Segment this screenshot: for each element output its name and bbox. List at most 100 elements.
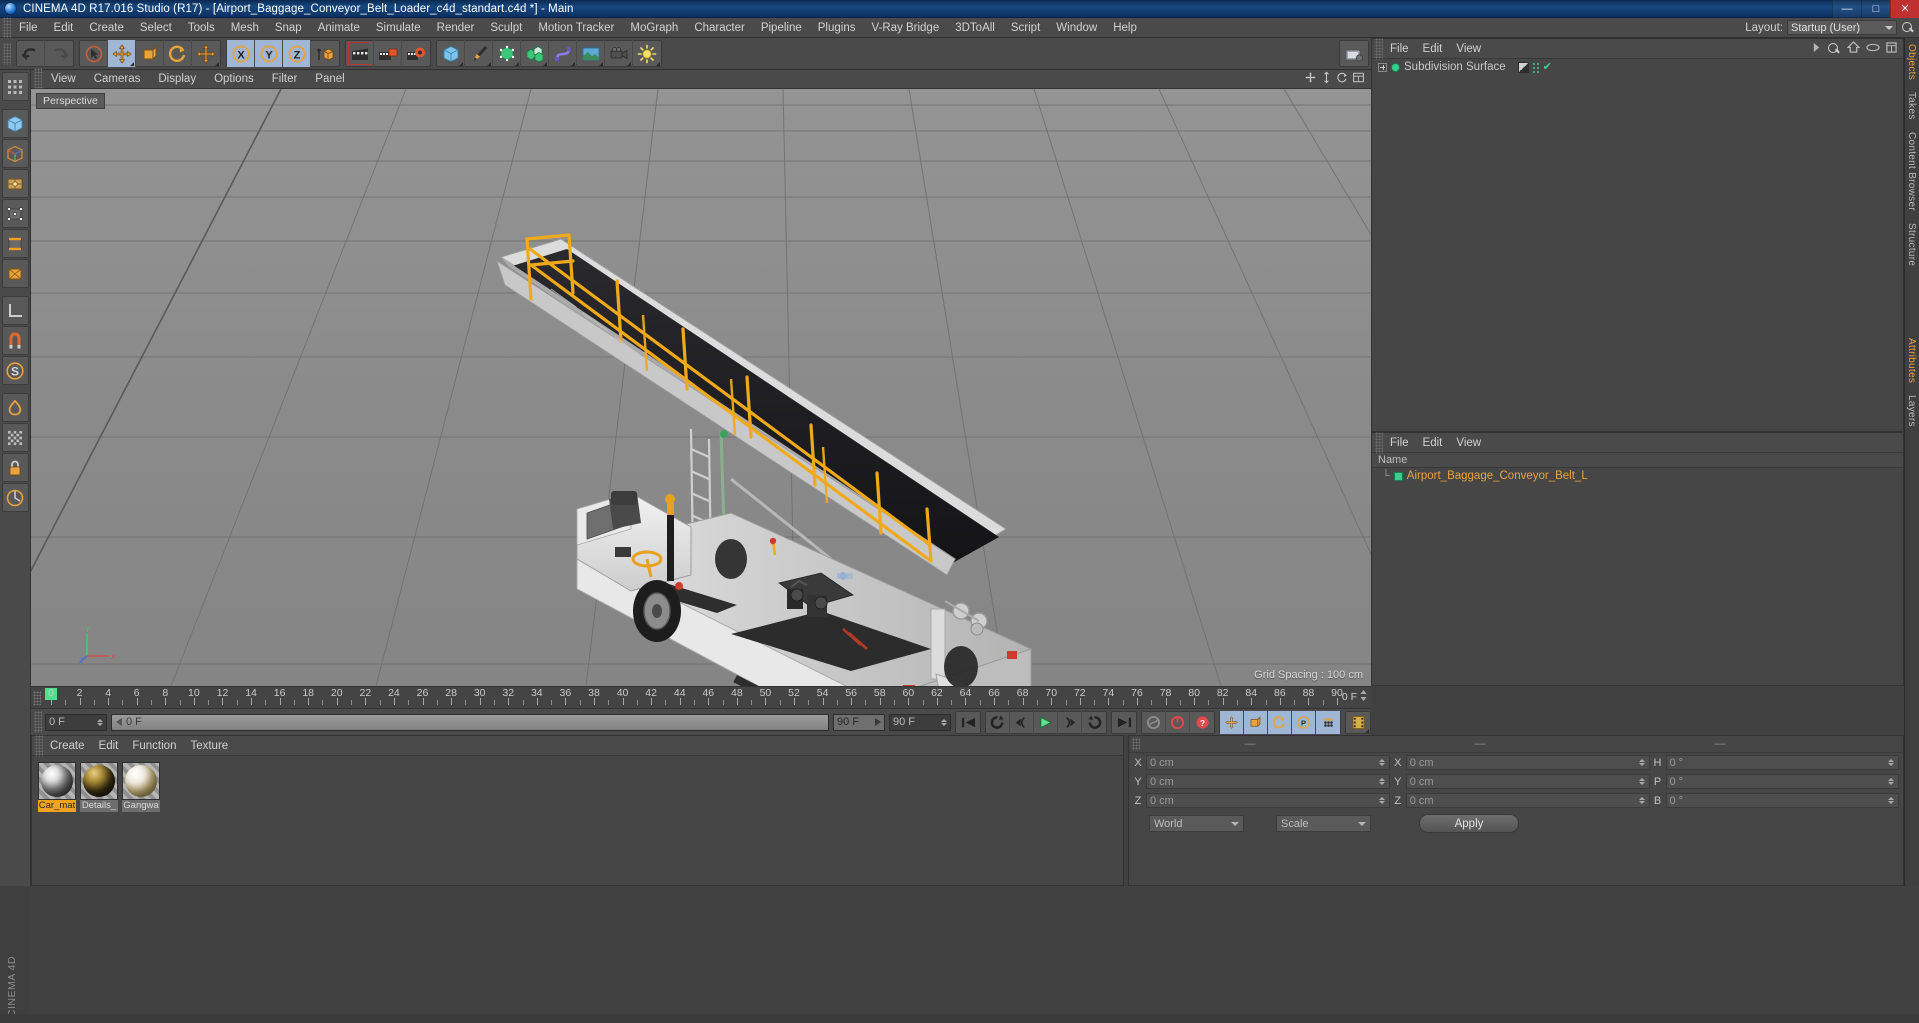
rotate-view-icon[interactable] [1336, 71, 1349, 87]
add-light-button[interactable] [633, 40, 661, 67]
rotation-p-field[interactable]: 0 ° [1665, 774, 1899, 789]
move-duplicate-tool[interactable] [192, 40, 220, 67]
viewport-menu-display[interactable]: Display [149, 70, 205, 89]
close-button[interactable]: ✕ [1890, 0, 1919, 18]
position-key-button[interactable] [1220, 710, 1244, 734]
vtab-attributes[interactable]: Attributes [1905, 332, 1918, 389]
vtab-objects[interactable]: Objects [1905, 38, 1918, 86]
coordinate-mode-select[interactable]: Scale [1276, 815, 1371, 832]
position-z-spinner[interactable] [1379, 794, 1386, 807]
point-tag-icon[interactable] [1531, 61, 1540, 73]
world-object-coordinates[interactable] [311, 40, 339, 67]
position-x-spinner[interactable] [1379, 756, 1386, 769]
material-name[interactable]: Details_ [80, 800, 118, 812]
object-manager-grip[interactable] [1375, 37, 1383, 60]
undo-button[interactable] [17, 40, 45, 67]
expand-icon[interactable] [1886, 41, 1897, 56]
add-cube-button[interactable] [437, 40, 465, 67]
go-to-start-button[interactable] [956, 711, 980, 734]
viewport-menu-view[interactable]: View [42, 70, 85, 89]
material-preview[interactable] [38, 762, 76, 800]
content-browser-button[interactable] [1340, 40, 1368, 67]
viewport-menu-filter[interactable]: Filter [263, 70, 307, 89]
end-frame-spinner[interactable] [940, 716, 947, 729]
model-mode-tool[interactable] [1, 109, 29, 138]
home-icon[interactable] [1846, 41, 1861, 56]
position-z-field[interactable]: 0 cm [1146, 793, 1390, 808]
size-z-spinner[interactable] [1639, 794, 1646, 807]
timeline-ruler[interactable]: 0 2 4 6 8 10 12 14 16 18 20 22 24 26 28 30 32 34 36 38 40 42 4… [31, 686, 1371, 708]
menu-item-3dtoall[interactable]: 3DToAll [947, 18, 1003, 38]
position-x-field[interactable]: 0 cm [1146, 755, 1390, 770]
material-name[interactable]: Car_mat [38, 800, 76, 812]
material-cell-details[interactable]: Details_ [80, 762, 118, 812]
material-menu-texture[interactable]: Texture [183, 736, 235, 756]
menu-item-help[interactable]: Help [1105, 18, 1145, 38]
menu-item-snap[interactable]: Snap [267, 18, 310, 38]
lock-x-axis[interactable]: X [227, 40, 255, 67]
menu-grip[interactable] [3, 16, 11, 39]
add-deformer-button[interactable] [549, 40, 577, 67]
lock-workplane-tool[interactable] [1, 326, 29, 355]
material-manager-grip[interactable] [35, 734, 43, 757]
redo-button[interactable] [45, 40, 73, 67]
layout-select[interactable]: Startup (User) [1787, 20, 1897, 35]
vtab-takes[interactable]: Takes [1905, 86, 1918, 126]
rotation-h-spinner[interactable] [1888, 756, 1895, 769]
menu-item-edit[interactable]: Edit [46, 18, 82, 38]
polygons-mode-tool[interactable] [1, 259, 29, 288]
size-x-spinner[interactable] [1639, 756, 1646, 769]
menu-item-create[interactable]: Create [81, 18, 132, 38]
autokeying-button[interactable] [1166, 710, 1190, 734]
material-menu-create[interactable]: Create [43, 736, 92, 756]
object-manager-menu-edit[interactable]: Edit [1416, 39, 1450, 59]
coordinate-grip[interactable] [1132, 738, 1140, 750]
position-y-spinner[interactable] [1379, 775, 1386, 788]
scale-key-button[interactable] [1244, 710, 1268, 734]
menu-item-simulate[interactable]: Simulate [368, 18, 429, 38]
size-y-field[interactable]: 0 cm [1405, 774, 1650, 789]
render-settings-button[interactable] [402, 40, 430, 67]
size-y-spinner[interactable] [1639, 775, 1646, 788]
viewport-menu-options[interactable]: Options [205, 70, 263, 89]
search-icon[interactable] [1827, 42, 1841, 56]
point-level-animation-button[interactable] [1316, 710, 1340, 734]
timeline-spin-icon[interactable] [1360, 689, 1367, 705]
add-array-button[interactable] [521, 40, 549, 67]
size-x-field[interactable]: 0 cm [1405, 755, 1650, 770]
points-mode-tool[interactable] [1, 199, 29, 228]
rotation-p-spinner[interactable] [1888, 775, 1895, 788]
add-camera-button[interactable] [605, 40, 633, 67]
maximize-view-icon[interactable] [1352, 71, 1365, 87]
start-frame-field[interactable]: 0 F [45, 713, 107, 731]
menu-item-plugins[interactable]: Plugins [810, 18, 864, 38]
rotation-b-spinner[interactable] [1888, 794, 1895, 807]
lock-selection-tool[interactable] [1, 453, 29, 482]
coordinate-system-select[interactable]: World [1149, 815, 1244, 832]
keyframe-selection-button[interactable]: ? [1190, 711, 1214, 734]
menu-item-script[interactable]: Script [1003, 18, 1048, 38]
menu-item-mograph[interactable]: MoGraph [622, 18, 686, 38]
material-preview[interactable] [80, 762, 118, 800]
play-button[interactable] [1034, 710, 1058, 734]
animbar-grip[interactable] [34, 711, 42, 733]
add-generator-button[interactable] [493, 40, 521, 67]
maximize-button[interactable]: □ [1861, 0, 1890, 18]
position-y-field[interactable]: 0 cm [1146, 774, 1390, 789]
rotation-b-field[interactable]: 0 ° [1665, 793, 1899, 808]
object-manager-menu-file[interactable]: File [1383, 39, 1416, 59]
parameter-key-button[interactable]: P [1292, 710, 1316, 734]
object-manager-menu-view[interactable]: View [1449, 39, 1488, 59]
menu-item-animate[interactable]: Animate [310, 18, 368, 38]
texture-mode-tool[interactable] [1, 169, 29, 198]
material-preview[interactable] [122, 762, 160, 800]
rotation-h-field[interactable]: 0 ° [1665, 755, 1899, 770]
minimize-button[interactable]: — [1832, 0, 1861, 18]
quantize-tool[interactable] [1, 483, 29, 512]
menu-item-render[interactable]: Render [429, 18, 483, 38]
live-selection-tool[interactable] [80, 40, 108, 67]
render-view-button[interactable] [346, 40, 374, 67]
object-manager-row-subdivision-surface[interactable]: Subdivision Surface ✔ [1372, 59, 1903, 75]
timeline-scrub-bar[interactable]: 0 F [111, 713, 829, 731]
viewport-grip[interactable] [34, 68, 42, 90]
